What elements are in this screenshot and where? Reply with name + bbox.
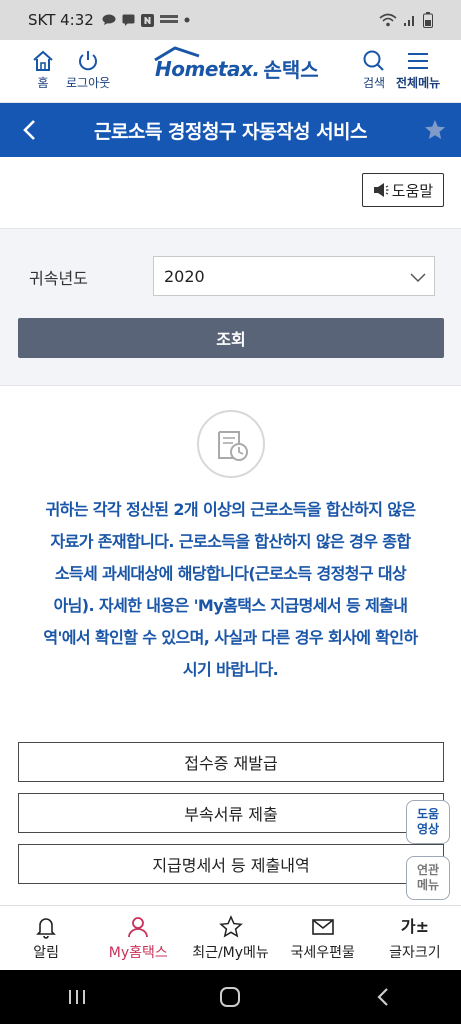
more-dot-icon (184, 17, 190, 23)
help-video-label-2: 영상 (416, 822, 440, 836)
all-menu-label: 전체메뉴 (396, 76, 441, 90)
nav-label: 국세우편물 (290, 944, 355, 961)
help-label: 도움말 (391, 181, 434, 200)
logo-sontax-text: 손택스 (263, 58, 319, 82)
logout-label: 로그아웃 (66, 76, 111, 90)
nav-item-myhometax[interactable]: My홈택스 (92, 906, 184, 970)
submit-attachments-button[interactable]: 부속서류 제출 (18, 793, 444, 833)
status-carrier-time: SKT 4:32 (28, 11, 94, 29)
payment-statements-button[interactable]: 지급명세서 등 제출내역 (18, 844, 444, 884)
message-line: 소득세 과세대상에 해당합니다(근로소득 경정청구 대상 (54, 564, 407, 583)
bell-icon (36, 917, 57, 939)
year-select-value: 2020 (164, 266, 205, 286)
font-size-icon: 가± (400, 916, 429, 936)
message-line: 역'에서 확인할 수 있으며, 사실과 다른 경우 회사에 확인하 (43, 628, 418, 647)
nav-label: 알림 (33, 944, 59, 961)
result-message: 귀하는 각각 정산된 2개 이상의 근로소득을 합산하지 않은 자료가 존재합니… (16, 494, 445, 686)
nav-label: 최근/My메뉴 (192, 944, 269, 961)
bottom-navigation: 알림 My홈택스 최근/My메뉴 국세우편물 가± 글자크기 (0, 905, 461, 970)
star-icon (218, 914, 243, 938)
help-video-label-1: 도움 (416, 807, 440, 821)
nav-label: 글자크기 (389, 944, 441, 961)
year-select[interactable]: 2020 (153, 256, 435, 296)
power-icon (79, 51, 98, 71)
help-video-button[interactable]: 도움 영상 (406, 800, 450, 844)
related-menu-label-2: 메뉴 (416, 878, 440, 892)
back-system-icon[interactable] (372, 986, 396, 1008)
back-arrow-icon[interactable] (18, 117, 44, 143)
all-menu-button[interactable]: 전체메뉴 (396, 50, 440, 91)
speaker-icon (373, 183, 389, 197)
app-notification-icon (159, 15, 178, 23)
page-title-bar: 근로소득 경정청구 자동작성 서비스 (0, 103, 461, 157)
app-header: 홈 로그아웃 Hometax. 손택스 검색 전체메뉴 (0, 40, 461, 103)
message-notification-icon (122, 14, 135, 26)
chat-notification-icon (102, 14, 116, 25)
nav-item-font-size[interactable]: 가± 글자크기 (369, 906, 461, 970)
help-button[interactable]: 도움말 (362, 173, 444, 207)
related-menu-button[interactable]: 연관 메뉴 (406, 856, 450, 900)
home-icon (33, 50, 53, 71)
favorite-star-icon[interactable] (424, 119, 446, 141)
related-menu-label-1: 연관 (416, 863, 440, 877)
reissue-receipt-button[interactable]: 접수증 재발급 (18, 742, 444, 782)
wifi-icon (379, 13, 397, 27)
chevron-down-icon (410, 273, 426, 283)
system-navigation-bar (0, 970, 461, 1024)
battery-icon (423, 12, 433, 28)
mail-icon (311, 918, 334, 935)
message-line: 시기 바랍니다. (182, 660, 279, 679)
query-button[interactable]: 조회 (18, 318, 444, 358)
search-panel: 귀속년도 2020 조회 (0, 228, 461, 386)
naver-notification-icon (140, 13, 154, 27)
home-button[interactable]: 홈 (32, 50, 54, 91)
person-icon (128, 916, 149, 937)
recent-apps-icon[interactable] (65, 987, 89, 1007)
home-system-icon[interactable] (218, 986, 242, 1008)
nav-label: My홈택스 (108, 944, 168, 961)
signal-icon (404, 16, 414, 26)
nav-item-tax-mail[interactable]: 국세우편물 (277, 906, 369, 970)
nav-item-recent-mymenu[interactable]: 최근/My메뉴 (184, 906, 276, 970)
hometax-logo[interactable]: Hometax. 손택스 (154, 46, 319, 83)
year-label: 귀속년도 (29, 269, 88, 288)
search-button[interactable]: 검색 (362, 50, 386, 91)
nav-item-alerts[interactable]: 알림 (0, 906, 92, 970)
hamburger-menu-icon (408, 53, 429, 69)
logo-roof-icon (154, 46, 200, 62)
document-clock-icon (218, 431, 248, 461)
message-line: 자료가 존재합니다. 근로소득을 합산하지 않은 경우 종합 (50, 532, 411, 551)
logout-button[interactable]: 로그아웃 (66, 50, 110, 91)
search-label: 검색 (362, 76, 386, 90)
message-line: 귀하는 각각 정산된 2개 이상의 근로소득을 합산하지 않은 (45, 500, 416, 519)
result-info-icon (197, 410, 265, 478)
page-title: 근로소득 경정청구 자동작성 서비스 (93, 120, 368, 143)
status-bar: SKT 4:32 (0, 0, 461, 40)
message-line: 아님). 자세한 내용은 'My홈택스 지급명세서 등 제출내 (53, 596, 408, 615)
home-label: 홈 (37, 76, 49, 90)
search-icon (363, 50, 384, 71)
